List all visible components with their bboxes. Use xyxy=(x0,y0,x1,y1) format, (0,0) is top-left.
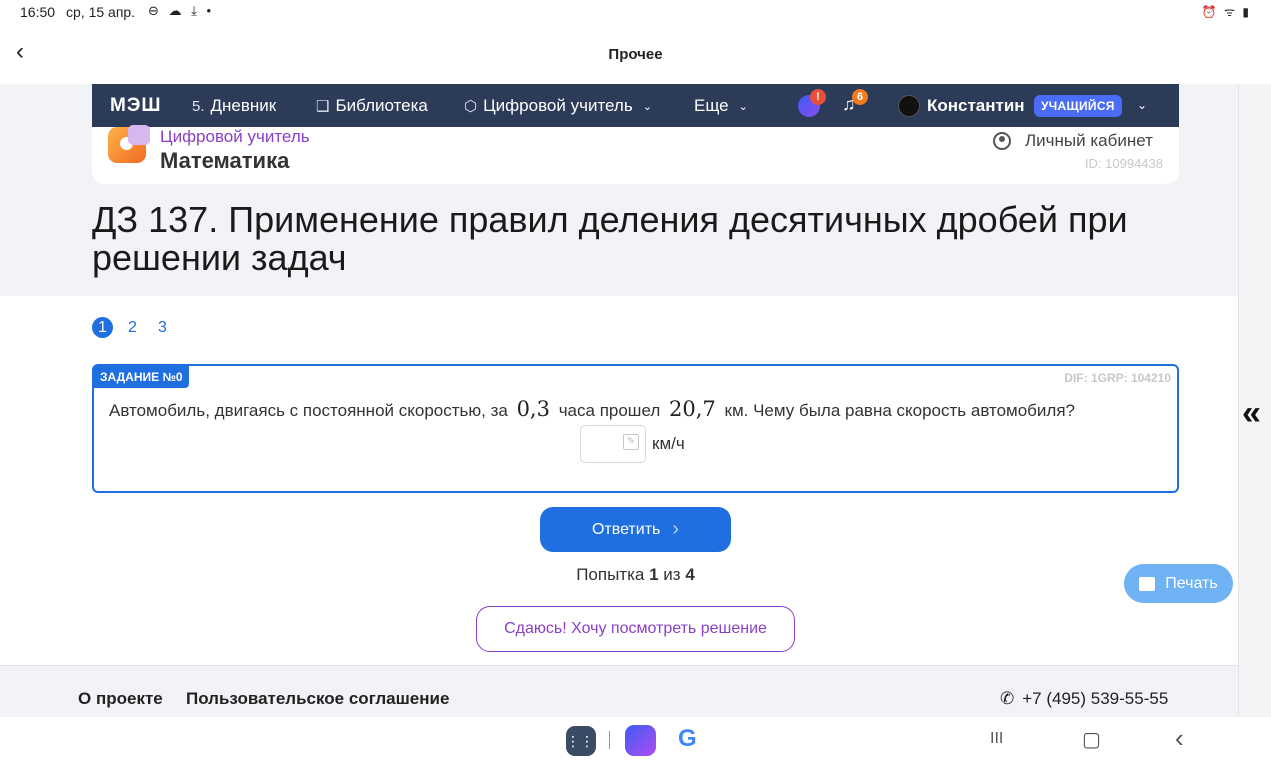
personal-cabinet-link[interactable]: Личный кабинет xyxy=(1025,131,1153,151)
system-back-icon[interactable]: ‹ xyxy=(1175,723,1184,754)
grid-icon xyxy=(128,125,150,145)
answer-row: ✎ км/ч xyxy=(580,425,685,463)
nav-item-more[interactable]: Еще ⌄ xyxy=(694,96,748,116)
browser-app-icon[interactable] xyxy=(625,725,656,756)
print-label: Печать xyxy=(1165,574,1218,592)
diary-icon: 5. xyxy=(192,97,205,115)
about-link[interactable]: О проекте xyxy=(78,689,163,709)
user-name[interactable]: Константин xyxy=(927,96,1025,116)
submit-label: Ответить xyxy=(591,520,661,538)
page-link-2[interactable]: 2 xyxy=(122,317,143,338)
status-notification-icons: ⊖ ☁ ⤓ • xyxy=(148,3,215,18)
footer: О проекте Пользовательское соглашение ✆ … xyxy=(0,665,1238,717)
cube-icon: ⬡ xyxy=(464,98,478,115)
google-app-icon[interactable]: G xyxy=(678,725,697,753)
question-text: часа прошел xyxy=(558,401,661,420)
task-card: ЗАДАНИЕ №0 DIF: 1GRP: 104210 Автомобиль,… xyxy=(92,364,1179,493)
user-circle-icon[interactable] xyxy=(993,132,1011,150)
attempt-middle: из xyxy=(663,565,681,584)
show-solution-button[interactable]: Сдаюсь! Хочу посмотреть решение xyxy=(476,606,795,652)
task-label: ЗАДАНИЕ №0 xyxy=(94,366,189,388)
subject-category: Цифровой учитель xyxy=(160,127,310,146)
android-navigation-bar: ⋮⋮⋮ G III ▢ ‹ xyxy=(0,717,1271,763)
page-link-1[interactable]: 1 xyxy=(92,317,113,338)
task-meta: DIF: 1GRP: 104210 xyxy=(1064,371,1171,385)
phone-link[interactable]: ✆ +7 (495) 539-55-55 xyxy=(1000,689,1168,709)
app-bar: ‹ Прочее xyxy=(0,26,1271,84)
chevron-right-icon: › xyxy=(672,518,680,540)
task-pager: 1 2 3 xyxy=(92,317,173,338)
avatar[interactable] xyxy=(898,95,920,117)
nav-item-label: Библиотека xyxy=(335,96,428,115)
top-navigation: МЭШ 5. Дневник ❑ Библиотека ⬡ Цифровой у… xyxy=(92,84,1179,127)
subject-header: Цифровой учитель Математика Личный кабин… xyxy=(92,125,1179,184)
terms-link[interactable]: Пользовательское соглашение xyxy=(186,689,449,709)
phone-number: +7 (495) 539-55-55 xyxy=(1022,689,1169,708)
status-time: 16:50 xyxy=(20,4,56,20)
nav-item-digital-teacher[interactable]: ⬡ Цифровой учитель ⌄ xyxy=(464,96,652,116)
apps-button[interactable]: ! xyxy=(798,89,826,117)
status-date: ср, 15 апр. xyxy=(66,4,136,20)
question-number: 20,7 xyxy=(669,397,716,421)
bookmark-icon: ❑ xyxy=(316,98,330,115)
user-id: ID: 10994438 xyxy=(1084,156,1163,171)
subject-name: Математика xyxy=(160,148,290,173)
printer-icon xyxy=(1139,576,1156,591)
home-icon[interactable]: ▢ xyxy=(1082,727,1101,752)
notifications-count-badge: 6 xyxy=(852,89,868,105)
nav-item-library[interactable]: ❑ Библиотека xyxy=(316,96,428,116)
app-bar-title: Прочее xyxy=(608,46,663,63)
page-title: ДЗ 137. Применение правил деления десяти… xyxy=(92,199,1128,278)
print-button[interactable]: Печать xyxy=(1124,564,1233,603)
nav-item-label: Цифровой учитель xyxy=(483,96,633,115)
app-drawer-icon[interactable]: ⋮⋮⋮ xyxy=(566,726,608,756)
chevron-down-icon: ⌄ xyxy=(642,100,652,113)
user-menu-chevron-icon[interactable]: ⌄ xyxy=(1137,98,1147,112)
attempt-current: 1 xyxy=(649,565,659,584)
chevron-down-icon: ⌄ xyxy=(738,100,748,113)
status-bar: 16:50 ср, 15 апр. ⊖ ☁ ⤓ • ⏰ ᯤ ▮ xyxy=(0,0,1271,26)
nav-item-diary[interactable]: 5. Дневник xyxy=(192,96,276,116)
attempt-total: 4 xyxy=(685,565,695,584)
phone-icon: ✆ xyxy=(1000,689,1015,708)
attempt-counter: Попытка 1 из 4 xyxy=(0,565,1271,585)
question-text: Автомобиль, двигаясь с постоянной скорос… xyxy=(109,401,508,420)
status-system-icons: ⏰ ᯤ ▮ xyxy=(1201,5,1251,19)
page-link-3[interactable]: 3 xyxy=(152,317,173,338)
question-number: 0,3 xyxy=(516,397,550,421)
formula-editor-icon[interactable]: ✎ xyxy=(623,434,639,450)
answer-input[interactable]: ✎ xyxy=(580,425,646,463)
user-role-badge: УЧАЩИЙСЯ xyxy=(1034,95,1122,117)
nav-item-label: Дневник xyxy=(210,96,277,115)
collapse-panel-icon[interactable]: « xyxy=(1242,396,1261,430)
answer-unit: км/ч xyxy=(652,434,685,453)
app-alert-badge: ! xyxy=(810,89,826,105)
question-text: км. Чему была равна скорость автомобиля? xyxy=(724,401,1076,420)
nav-item-label: Еще xyxy=(694,96,729,115)
task-question: Автомобиль, двигаясь с постоянной скорос… xyxy=(109,397,1075,421)
dock-divider xyxy=(609,731,610,749)
notifications-button[interactable]: ♫ 6 xyxy=(840,89,868,117)
attempt-prefix: Попытка xyxy=(576,565,645,584)
recent-apps-icon[interactable]: III xyxy=(990,730,1003,748)
mesh-logo[interactable]: МЭШ xyxy=(110,95,161,117)
submit-answer-button[interactable]: Ответить › xyxy=(540,507,731,552)
